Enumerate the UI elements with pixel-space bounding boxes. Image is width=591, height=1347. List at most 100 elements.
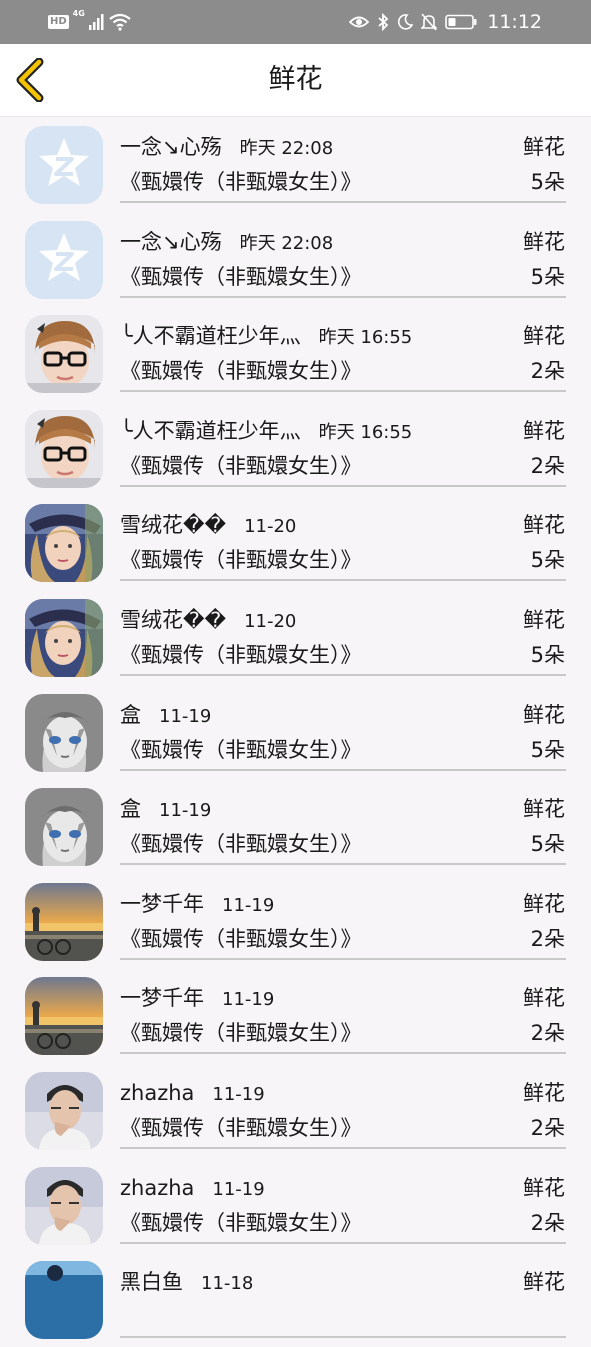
divider <box>120 579 566 582</box>
sender-name: zhazha <box>120 1175 195 1200</box>
list-item[interactable]: 一梦千年 11-19 鲜花 《甄嬛传（非甄嬛女生）》 2朵 <box>0 968 591 1063</box>
avatar[interactable] <box>25 693 103 772</box>
divider <box>120 768 566 771</box>
send-time: 昨天 22:08 <box>239 138 334 159</box>
wifi-icon <box>109 13 131 31</box>
work-title: 《甄嬛传（非甄嬛女生）》 <box>120 170 362 194</box>
list-item[interactable]: zhazha 11-19 鲜花 《甄嬛传（非甄嬛女生）》 2朵 <box>0 1158 591 1253</box>
sender-line: 盒 11-19 <box>120 701 211 731</box>
list-item[interactable]: 一念↘心殇 昨天 22:08 鲜花《甄嬛传（非甄嬛女生）》 5朵 <box>0 117 591 212</box>
list-item[interactable]: zhazha 11-19 鲜花《甄嬛传（非甄嬛女生）》 2朵 <box>0 1063 591 1158</box>
avatar[interactable] <box>25 1071 103 1150</box>
list-item[interactable]: ╰人不霸道枉少年灬 昨天 16:55 鲜花 《甄嬛传（非甄嬛女生）》 2朵 <box>0 401 591 496</box>
gift-type: 鲜花 <box>523 1270 565 1295</box>
send-time: 11-20 <box>244 516 297 538</box>
list-item[interactable]: 一念↘心殇 昨天 22:08 鲜花 《甄嬛传（非甄嬛女生）》 5朵 <box>0 212 591 307</box>
avatar[interactable] <box>25 126 103 204</box>
send-time: 11-19 <box>222 894 275 916</box>
bell-off-icon <box>421 13 438 31</box>
avatar[interactable] <box>25 220 103 299</box>
divider <box>120 1052 566 1055</box>
list-item[interactable]: 雪绒花�� 11-20 鲜花《甄嬛传（非甄嬛女生）》 5朵 <box>0 495 591 590</box>
divider <box>120 957 566 960</box>
send-time: 昨天 22:08 <box>239 232 334 254</box>
avatar[interactable] <box>25 409 103 488</box>
list-item[interactable]: 黑白鱼 11-18 鲜花 <box>0 1252 591 1347</box>
work-title: 《甄嬛传（非甄嬛女生）》 <box>120 832 362 857</box>
sender-name: 一念↘心殇 <box>120 229 222 254</box>
sender-line: 一梦千年 11-19 <box>120 984 274 1014</box>
battery-icon <box>445 14 477 30</box>
list-item[interactable]: 盒 11-19 鲜花《甄嬛传（非甄嬛女生）》 5朵 <box>0 685 591 780</box>
sender-line: ╰人不霸道枉少年灬 昨天 16:55 <box>120 322 412 352</box>
avatar[interactable] <box>25 882 103 961</box>
gift-type: 鲜花 <box>523 797 565 822</box>
avatar[interactable] <box>25 504 103 583</box>
network-type: 4G <box>72 9 85 18</box>
gift-count: 2朵 <box>530 359 565 384</box>
avatar[interactable] <box>25 1261 103 1340</box>
sender-name: 一念↘心殇 <box>120 135 222 159</box>
list-item[interactable]: 盒 11-19 鲜花 《甄嬛传（非甄嬛女生）》 5朵 <box>0 779 591 874</box>
gift-count: 5朵 <box>530 548 565 573</box>
send-time: 11-19 <box>159 705 212 727</box>
gift-type: 鲜花 <box>523 702 565 727</box>
status-left: HD 4G <box>48 9 131 33</box>
page-title: 鲜花 <box>268 64 323 95</box>
gift-count: 5朵 <box>530 737 565 762</box>
sender-line: 一念↘心殇 昨天 22:08 <box>120 133 333 163</box>
sender-name: ╰人不霸道枉少年灬 <box>120 324 301 349</box>
gift-count: 5朵 <box>530 642 565 667</box>
work-title: 《甄嬛传（非甄嬛女生）》 <box>120 737 362 762</box>
sender-line: 雪绒花�� 11-20 <box>120 511 296 541</box>
list-item[interactable]: 一梦千年 11-19 鲜花 《甄嬛传（非甄嬛女生）》 2朵 <box>0 874 591 969</box>
gift-type: 鲜花 <box>523 135 565 159</box>
sender-line: zhazha 11-19 <box>120 1079 265 1109</box>
divider <box>120 295 566 298</box>
avatar[interactable] <box>25 977 103 1056</box>
send-time: 11-18 <box>201 1273 254 1295</box>
sender-line: 盒 11-19 <box>120 795 211 825</box>
gift-type: 鲜花 <box>523 1175 565 1200</box>
work-title: 《甄嬛传（非甄嬛女生）》 <box>120 1115 362 1140</box>
gift-type: 鲜花 <box>523 513 565 538</box>
avatar[interactable] <box>25 788 103 867</box>
status-right: 11:12 <box>349 10 542 34</box>
status-bar: HD 4G 11:12 <box>0 0 591 44</box>
divider <box>120 1241 566 1244</box>
sender-name: 一梦千年 <box>120 891 204 916</box>
signal-icon <box>88 14 105 30</box>
avatar[interactable] <box>25 598 103 677</box>
divider <box>120 1336 566 1339</box>
gift-list: 一念↘心殇 昨天 22:08 鲜花 《甄嬛传（非甄嬛女生）》 5朵 一念↘心殇 昨天 22:… <box>0 117 591 1347</box>
sender-name: 雪绒花�� <box>120 513 227 538</box>
gift-count: 5朵 <box>530 170 565 194</box>
sender-line: ╰人不霸道枉少年灬 昨天 16:55 <box>120 417 412 447</box>
sender-line: 黑白鱼 11-18 <box>120 1268 253 1298</box>
gift-count: 5朵 <box>530 264 565 289</box>
work-title: 《甄嬛传（非甄嬛女生）》 <box>120 1021 362 1046</box>
gift-type: 鲜花 <box>523 229 565 254</box>
work-title: 《甄嬛传（非甄嬛女生）》 <box>120 359 362 384</box>
send-time: 11-19 <box>212 1083 265 1105</box>
work-title: 《甄嬛传（非甄嬛女生）》 <box>120 926 362 951</box>
divider <box>120 673 566 676</box>
gift-count: 2朵 <box>530 1115 565 1140</box>
hd-badge: HD <box>48 15 69 29</box>
eye-icon <box>349 14 370 30</box>
bluetooth-icon <box>377 13 389 31</box>
sender-name: 盒 <box>120 797 141 822</box>
status-time: 11:12 <box>487 11 542 33</box>
divider <box>120 1146 566 1149</box>
sender-name: 雪绒花�� <box>120 607 227 632</box>
work-title: 《甄嬛传（非甄嬛女生）》 <box>120 548 362 573</box>
list-item[interactable]: 雪绒花�� 11-20 鲜花 《甄嬛传（非甄嬛女生）》 5朵 <box>0 590 591 685</box>
sender-line: 雪绒花�� 11-20 <box>120 606 296 636</box>
gift-type: 鲜花 <box>523 418 565 443</box>
app-header: 鲜花 <box>0 44 591 117</box>
avatar[interactable] <box>25 315 103 394</box>
sender-name: 一梦千年 <box>120 986 204 1011</box>
gift-type: 鲜花 <box>523 1080 565 1105</box>
list-item[interactable]: ╰人不霸道枉少年灬 昨天 16:55 鲜花 《甄嬛传（非甄嬛女生）》 2朵 <box>0 306 591 401</box>
avatar[interactable] <box>25 1166 103 1245</box>
